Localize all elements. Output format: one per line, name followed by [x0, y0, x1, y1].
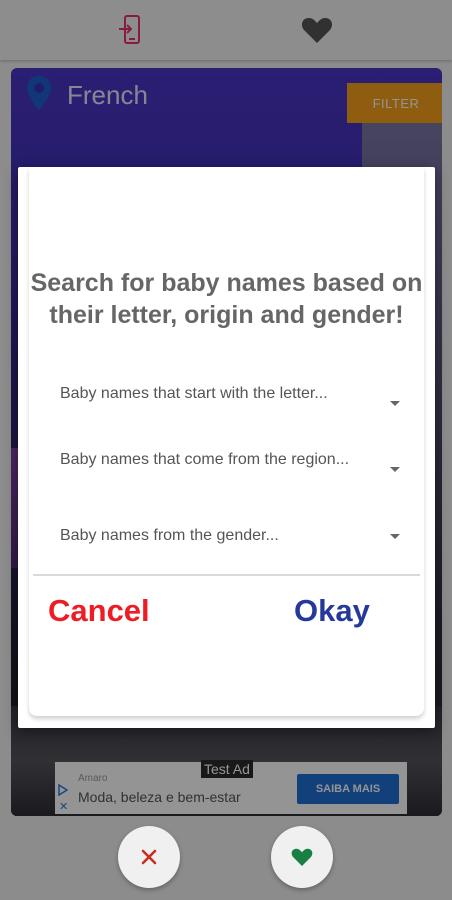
cancel-button[interactable]: Cancel [48, 593, 150, 629]
region-dropdown[interactable]: Baby names that come from the region... [48, 450, 410, 500]
dropdown-arrow-icon [390, 467, 400, 472]
like-button[interactable] [271, 826, 333, 888]
okay-button[interactable]: Okay [294, 593, 370, 629]
heart-icon [291, 848, 313, 866]
gender-dropdown[interactable]: Baby names from the gender... [48, 526, 410, 556]
gender-dropdown-label: Baby names from the gender... [60, 527, 279, 544]
dislike-button[interactable] [118, 826, 180, 888]
letter-dropdown[interactable]: Baby names that start with the letter... [48, 384, 410, 434]
dropdown-arrow-icon [390, 534, 400, 539]
dialog-divider [33, 574, 420, 576]
close-icon [141, 849, 157, 865]
dialog-content-panel [29, 167, 424, 716]
search-dialog: Search for baby names based on their let… [18, 167, 435, 728]
letter-dropdown-label: Baby names that start with the letter... [60, 385, 328, 402]
dropdown-arrow-icon [390, 401, 400, 406]
region-dropdown-label: Baby names that come from the region... [60, 451, 350, 468]
dialog-title: Search for baby names based on their let… [30, 269, 423, 329]
